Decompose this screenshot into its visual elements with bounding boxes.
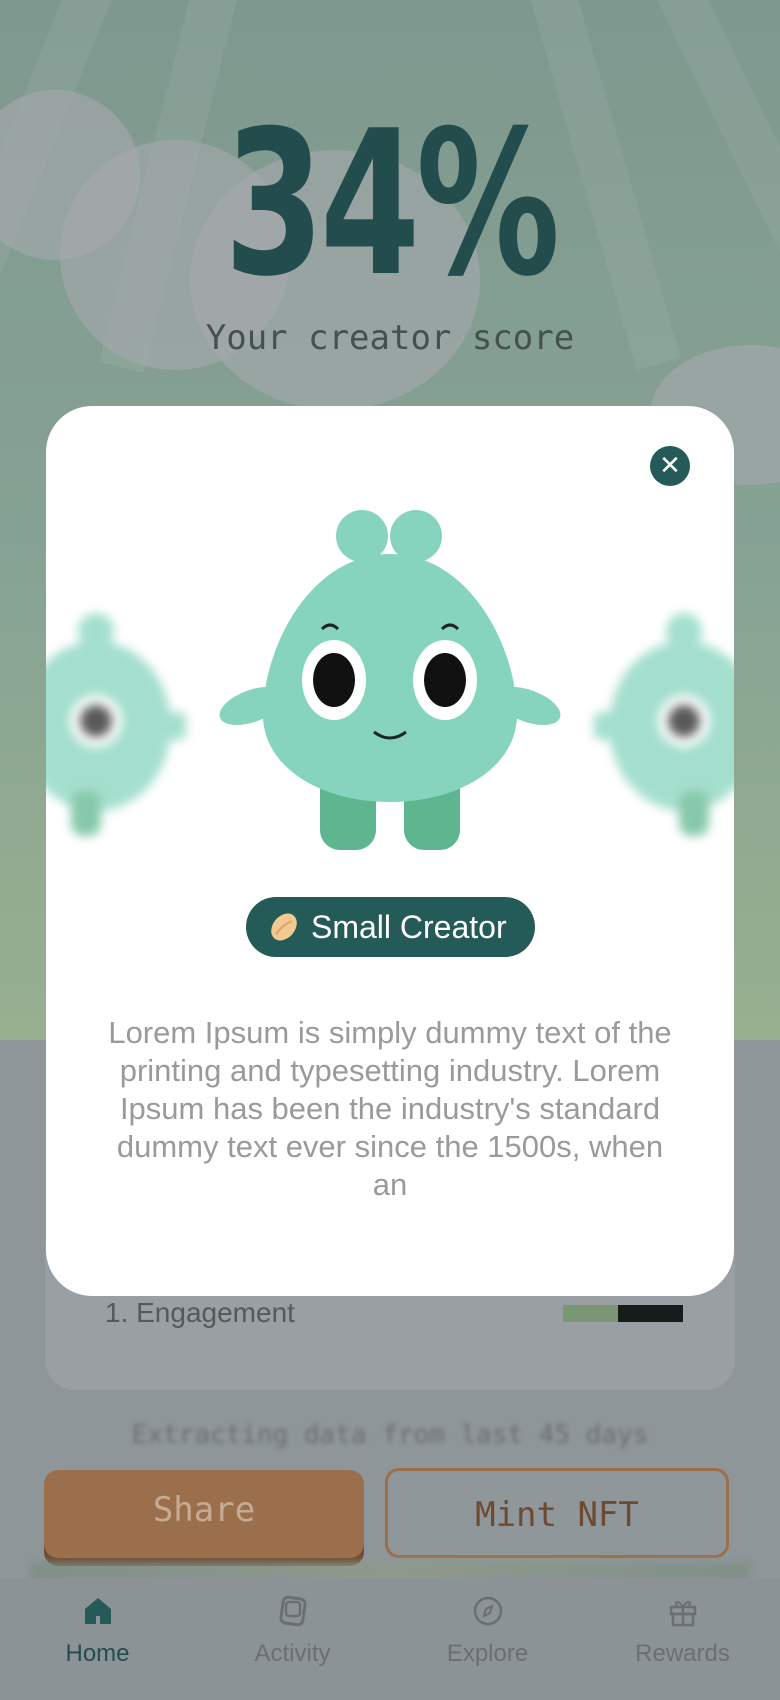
activity-icon — [278, 1595, 307, 1627]
creator-level-badge: Small Creator — [246, 897, 535, 957]
metric-engagement-fill — [563, 1305, 619, 1322]
screen: 34% Your creator score 1. Engagement Ext… — [0, 0, 780, 1700]
tab-home-label: Home — [65, 1640, 130, 1667]
mascot-next[interactable] — [594, 601, 734, 851]
tab-activity[interactable]: Activity — [195, 1578, 390, 1700]
compass-icon — [473, 1596, 502, 1626]
tab-home[interactable]: Home — [0, 1578, 195, 1700]
tab-explore-label: Explore — [446, 1640, 529, 1667]
extracting-status: Extracting data from last 45 days — [131, 1420, 649, 1450]
badge-description: Lorem Ipsum is simply dummy text of the … — [108, 1015, 672, 1202]
bottom-tab-bar: Home Activity Explore Rewards — [0, 1578, 780, 1700]
creator-mascot — [219, 510, 561, 850]
mint-nft-button[interactable]: Mint NFT — [385, 1468, 729, 1558]
creator-badge-modal: ✕ Small Creator Lorem Ipsum is simply du… — [46, 406, 734, 1296]
creator-score-value: 34% — [224, 88, 560, 321]
creator-level-label: Small Creator — [311, 909, 507, 945]
tab-rewards[interactable]: Rewards — [585, 1578, 780, 1700]
creator-score-label: Your creator score — [205, 318, 575, 358]
close-icon[interactable]: ✕ — [650, 446, 690, 486]
tab-rewards-label: Rewards — [635, 1640, 730, 1667]
seed-icon — [271, 913, 297, 941]
home-icon — [84, 1598, 111, 1624]
tab-activity-label: Activity — [254, 1640, 331, 1667]
gift-icon — [669, 1600, 696, 1627]
share-button[interactable]: Share — [44, 1470, 364, 1558]
tab-explore[interactable]: Explore — [390, 1578, 585, 1700]
metric-engagement-bar — [563, 1305, 683, 1322]
mascot-previous[interactable] — [46, 601, 186, 851]
metric-engagement-label: 1. Engagement — [105, 1297, 295, 1328]
